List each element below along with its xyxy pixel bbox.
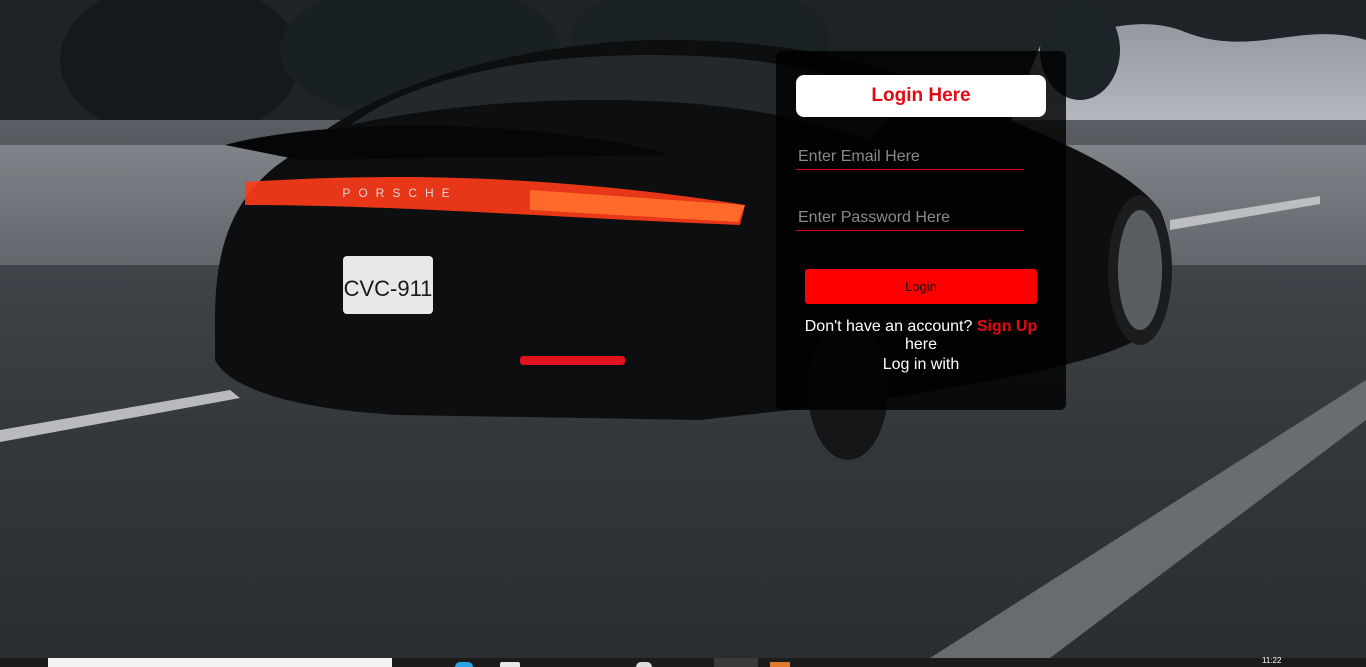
- taskbar-clock: 11:22: [1262, 656, 1282, 665]
- file-explorer-icon[interactable]: [500, 662, 520, 667]
- login-button[interactable]: Login: [805, 269, 1037, 304]
- login-title: Login Here: [796, 75, 1046, 117]
- login-with-text: Log in with: [882, 356, 960, 373]
- email-field[interactable]: [796, 145, 1024, 170]
- edge-browser-icon[interactable]: [455, 662, 473, 667]
- license-plate-text: CVC-911: [344, 276, 433, 301]
- signup-suffix: here: [904, 336, 938, 353]
- background-photo: CVC-911 PORSCHE: [0, 0, 1366, 658]
- signup-prompt-text: Don't have an account?: [804, 318, 973, 335]
- taskbar-search-box[interactable]: [48, 658, 392, 667]
- login-card: Login Here Login Don't have an account? …: [776, 51, 1066, 410]
- car-image: CVC-911 PORSCHE: [0, 39, 1366, 658]
- password-field[interactable]: [796, 206, 1024, 231]
- taskbar-active-app[interactable]: [714, 658, 758, 667]
- taskbar: 11:22: [0, 656, 1366, 667]
- chrome-icon[interactable]: [636, 662, 652, 667]
- brand-text: PORSCHE: [342, 186, 457, 200]
- app-icon[interactable]: [770, 662, 790, 667]
- signup-link[interactable]: Sign Up: [977, 318, 1037, 335]
- signup-prompt: Don't have an account? Sign Up here: [796, 318, 1046, 354]
